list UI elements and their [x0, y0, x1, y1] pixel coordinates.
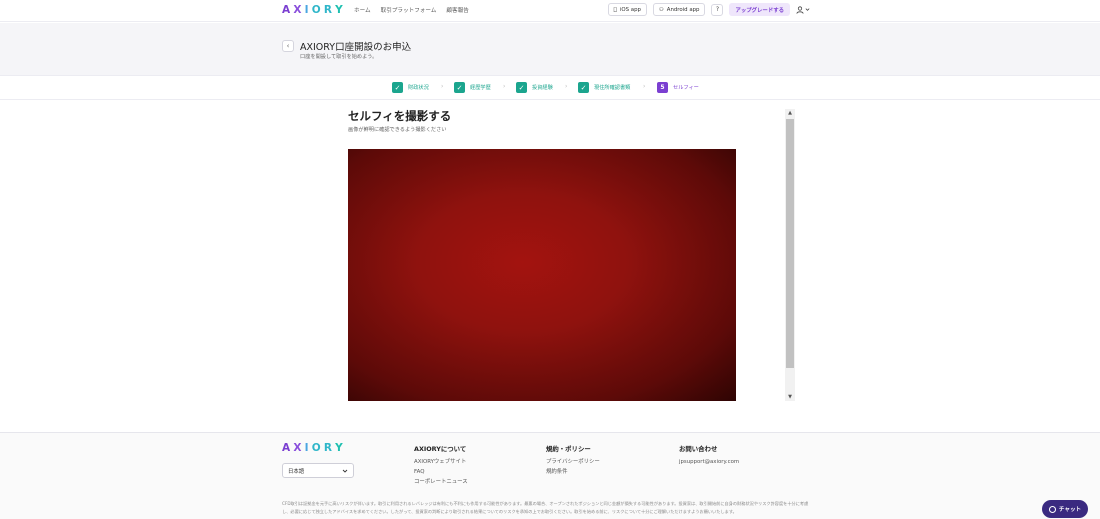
android-app-button[interactable]: ⚇ Android app	[652, 3, 706, 16]
language-value: 日本語	[288, 468, 305, 475]
footer-contact-column: お問い合わせ jpsupport@axiory.com	[679, 444, 739, 467]
ios-app-label: iOS app	[619, 6, 641, 13]
logo-letter: I	[304, 442, 312, 454]
back-button[interactable]: ‹	[282, 40, 294, 52]
chevron-right-icon: ›	[565, 83, 568, 90]
step-background: ✓ 経歴学歴	[454, 82, 491, 93]
step-label: 投資経験	[532, 85, 553, 91]
footer-link-news[interactable]: コーポレートニュース	[414, 477, 468, 487]
step-label: セルフィー	[673, 85, 699, 91]
android-app-label: Android app	[666, 6, 700, 13]
footer-about-column: AXIORYについて AXIORYウェブサイト FAQ コーポレートニュース	[414, 444, 468, 487]
top-navbar: A X I O R Y ホーム 取引プラットフォーム 顧客報告  iOS ap…	[0, 0, 1100, 22]
android-icon: ⚇	[658, 6, 664, 13]
footer-policy-column: 規約・ポリシー プライバシーポリシー 規約条件	[546, 444, 600, 477]
step-financial-status: ✓ 財政状況	[392, 82, 429, 93]
chat-label: チャット	[1058, 507, 1082, 513]
footer-link-website[interactable]: AXIORYウェブサイト	[414, 457, 468, 467]
footer-heading: お問い合わせ	[679, 445, 718, 453]
step-selfie: 5 セルフィー	[657, 82, 699, 93]
footer-heading: 規約・ポリシー	[546, 445, 591, 453]
page-header: ‹ AXIORY口座開設のお申込 口座を開設して取引を始めよう。	[0, 23, 1100, 76]
logo-letter: Y	[335, 4, 346, 16]
logo-letter: R	[323, 442, 336, 454]
page-title: AXIORY口座開設のお申込	[300, 42, 412, 53]
footer-logo[interactable]: A X I O R Y	[282, 442, 346, 454]
logo-letter: X	[293, 4, 305, 16]
logo-letter: X	[293, 442, 305, 454]
step-label: 経歴学歴	[470, 85, 491, 91]
help-icon[interactable]: ?	[711, 3, 724, 16]
chevron-right-icon: ›	[441, 83, 444, 90]
scrollbar[interactable]: ▲ ▼	[785, 109, 795, 401]
selfie-title: セルフィを撮影する	[348, 109, 452, 123]
risk-disclaimer: CFD取引は証拠金を元手に高いリスクが伴います。取引に利用されるレバレッジは有利…	[282, 501, 809, 514]
chat-button[interactable]: チャット	[1042, 500, 1088, 518]
footer: A X I O R Y 日本語 AXIORYについて AXIORYウェブサイト …	[0, 432, 1100, 519]
step-investment-experience: ✓ 投資経験	[516, 82, 553, 93]
upgrade-button[interactable]: アップグレードする	[729, 3, 790, 16]
chevron-down-icon	[805, 8, 810, 11]
nav-links: ホーム 取引プラットフォーム 顧客報告	[354, 6, 469, 14]
chevron-right-icon: ›	[643, 83, 646, 90]
camera-preview[interactable]	[348, 149, 736, 401]
chevron-down-icon	[342, 469, 348, 473]
logo-letter: I	[304, 4, 312, 16]
logo-letter: A	[282, 442, 294, 454]
language-select[interactable]: 日本語	[282, 463, 354, 478]
selfie-instructions: 画像が鮮明に確認できるよう撮影ください	[348, 127, 447, 133]
logo-letter: Y	[335, 442, 346, 454]
user-icon	[796, 5, 804, 14]
footer-heading: AXIORYについて	[414, 445, 467, 453]
chat-bubble-icon	[1048, 505, 1056, 513]
logo-letter: A	[282, 4, 294, 16]
nav-link-home[interactable]: ホーム	[354, 6, 371, 14]
check-icon: ✓	[392, 82, 403, 93]
footer-link-privacy[interactable]: プライバシーポリシー	[546, 457, 600, 467]
chevron-right-icon: ›	[503, 83, 506, 90]
ios-app-button[interactable]:  iOS app	[607, 3, 647, 16]
step-number: 5	[657, 82, 668, 93]
nav-link-platform[interactable]: 取引プラットフォーム	[381, 6, 437, 14]
check-icon: ✓	[454, 82, 465, 93]
step-label: 現住所確認書類	[594, 85, 631, 91]
scroll-up-arrow-icon[interactable]: ▲	[785, 109, 795, 117]
nav-link-reports[interactable]: 顧客報告	[446, 6, 468, 14]
nav-actions:  iOS app ⚇ Android app ? アップグレードする	[607, 3, 810, 16]
axiory-logo[interactable]: A X I O R Y	[282, 4, 346, 16]
footer-link-terms[interactable]: 規約条件	[546, 467, 600, 477]
logo-letter: R	[323, 4, 336, 16]
logo-letter: O	[311, 442, 324, 454]
progress-stepper: ✓ 財政状況 › ✓ 経歴学歴 › ✓ 投資経験 › ✓ 現住所確認書類 › 5…	[0, 77, 1100, 100]
footer-link-faq[interactable]: FAQ	[414, 467, 468, 477]
user-menu-button[interactable]	[796, 5, 810, 14]
step-label: 財政状況	[408, 85, 429, 91]
apple-icon: 	[614, 7, 617, 13]
page-subtitle: 口座を開設して取引を始めよう。	[300, 54, 378, 60]
check-icon: ✓	[578, 82, 589, 93]
scrollbar-thumb[interactable]	[786, 119, 794, 368]
check-icon: ✓	[516, 82, 527, 93]
step-address-proof: ✓ 現住所確認書類	[578, 82, 630, 93]
logo-letter: O	[311, 4, 324, 16]
scroll-down-arrow-icon[interactable]: ▼	[785, 393, 795, 401]
footer-link-email[interactable]: jpsupport@axiory.com	[679, 457, 739, 467]
